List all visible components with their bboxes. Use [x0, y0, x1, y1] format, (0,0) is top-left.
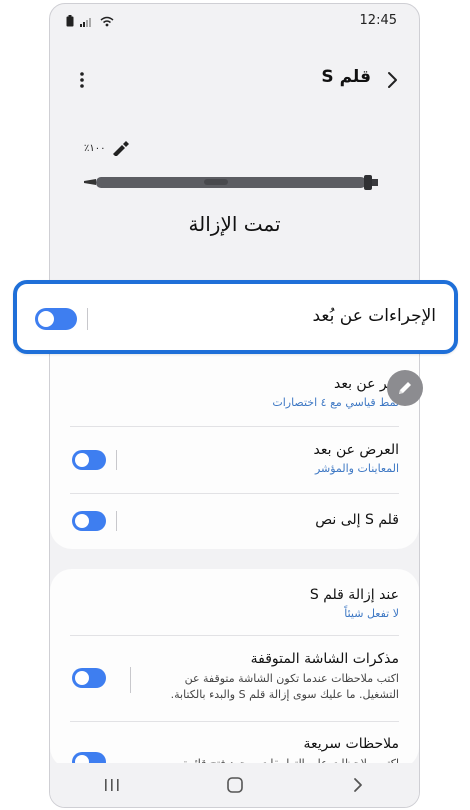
- navigation-bar: [50, 763, 419, 807]
- pen-to-text-row[interactable]: قلم S إلى نص: [70, 512, 399, 528]
- status-bar: 12:45: [50, 4, 419, 36]
- air-command-row[interactable]: أمر عن بعد نمط قياسي مع ٤ اختصارات: [70, 376, 399, 409]
- back-button[interactable]: [379, 66, 407, 94]
- separator: [116, 511, 117, 531]
- chevron-right-icon: [388, 72, 397, 88]
- air-view-toggle[interactable]: [72, 450, 106, 470]
- row-subtitle: المعاينات والمؤشر: [314, 462, 399, 475]
- row-title: العرض عن بعد: [313, 442, 399, 458]
- page-title: قلم S: [321, 67, 371, 87]
- screen-off-memo-toggle[interactable]: [72, 668, 106, 688]
- home-button[interactable]: [215, 770, 255, 800]
- divider: [70, 426, 399, 427]
- s-pen-image: [84, 175, 378, 190]
- more-vertical-icon: [80, 72, 84, 88]
- separator: [116, 450, 117, 470]
- row-description: اكتب ملاحظات عندما تكون الشاشة متوقفة عن…: [170, 672, 399, 701]
- wifi-icon: [100, 12, 114, 31]
- signal-icon: [80, 12, 94, 31]
- home-icon: [226, 777, 243, 793]
- recents-icon: [104, 779, 119, 791]
- row-title: قلم S إلى نص: [315, 512, 399, 528]
- air-actions-label: الإجراءات عن بُعد: [312, 306, 437, 326]
- pen-icon: [399, 382, 411, 394]
- app-header: قلم S: [50, 62, 419, 98]
- phone-frame: 12:45 قلم S ١٠٠٪ تمت الإزالة أمر عن بعد …: [49, 3, 420, 808]
- divider: [70, 493, 399, 494]
- row-title: مذكرات الشاشة المتوقفة: [250, 651, 399, 667]
- separator: [87, 308, 88, 330]
- back-nav-button[interactable]: [338, 770, 378, 800]
- air-actions-toggle[interactable]: [35, 308, 77, 330]
- recents-button[interactable]: [92, 770, 132, 800]
- battery-status-icon: [66, 12, 74, 31]
- row-title: ملاحظات سريعة: [303, 736, 400, 752]
- divider: [70, 721, 399, 722]
- divider: [70, 635, 399, 636]
- separator: [130, 667, 131, 693]
- pen-to-text-toggle[interactable]: [72, 511, 106, 531]
- row-subtitle: نمط قياسي مع ٤ اختصارات: [272, 396, 399, 409]
- screen-off-memo-row[interactable]: مذكرات الشاشة المتوقفة اكتب ملاحظات عندم…: [150, 651, 399, 703]
- air-actions-row[interactable]: الإجراءات عن بُعد: [13, 280, 458, 354]
- more-options-button[interactable]: [70, 66, 94, 94]
- air-view-row[interactable]: العرض عن بعد المعاينات والمؤشر: [70, 442, 399, 475]
- floating-pen-button[interactable]: [387, 370, 423, 406]
- chevron-right-icon: [353, 778, 362, 792]
- on-removal-row[interactable]: عند إزالة قلم S لا تفعل شيئاً: [70, 587, 399, 620]
- pen-status-text: تمت الإزالة: [188, 212, 281, 236]
- row-title: أمر عن بعد: [333, 376, 399, 392]
- status-icons: [66, 12, 114, 31]
- row-subtitle: لا تفعل شيئاً: [344, 607, 399, 620]
- pen-illustration-area: ١٠٠٪: [50, 134, 419, 204]
- clock: 12:45: [359, 13, 397, 28]
- row-title: عند إزالة قلم S: [309, 587, 399, 603]
- settings-card-removal: عند إزالة قلم S لا تفعل شيئاً مذكرات الش…: [50, 569, 419, 772]
- settings-card-remote: أمر عن بعد نمط قياسي مع ٤ اختصارات العرض…: [50, 354, 419, 549]
